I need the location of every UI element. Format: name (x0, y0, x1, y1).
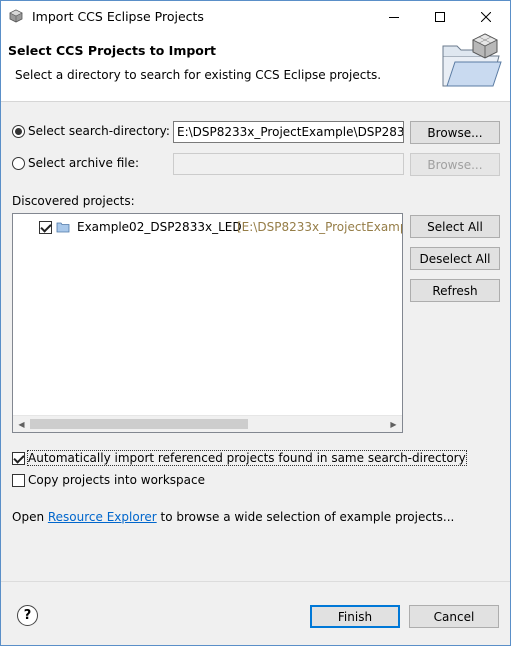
import-folder-icon (442, 33, 502, 87)
wizard-banner: Select CCS Projects to Import Select a d… (1, 32, 510, 102)
scroll-left-icon[interactable]: ◀ (13, 416, 30, 432)
project-path: [E:\DSP8233x_ProjectExample (237, 220, 403, 234)
browse-archive-button[interactable]: Browse... (410, 153, 500, 176)
project-folder-icon (56, 222, 70, 233)
project-name: Example02_DSP2833x_LED (77, 220, 242, 234)
list-item[interactable]: Example02_DSP2833x_LED [E:\DSP8233x_Proj… (13, 218, 402, 236)
title-bar: Import CCS Eclipse Projects (1, 1, 510, 32)
window-title: Import CCS Eclipse Projects (32, 9, 204, 24)
copy-projects-label[interactable]: Copy projects into workspace (28, 473, 205, 487)
close-icon (481, 11, 491, 22)
help-button[interactable]: ? (17, 605, 38, 626)
close-button[interactable] (463, 1, 509, 32)
resource-explorer-text: Open Resource Explorer to browse a wide … (12, 510, 454, 524)
resource-explorer-prefix: Open (12, 510, 48, 524)
scrollbar-thumb[interactable] (30, 419, 248, 429)
maximize-icon (435, 11, 445, 22)
project-list[interactable]: Example02_DSP2833x_LED [E:\DSP8233x_Proj… (12, 213, 403, 433)
archive-file-radio[interactable] (12, 157, 25, 170)
auto-import-label[interactable]: Automatically import referenced projects… (27, 450, 467, 466)
resource-explorer-link[interactable]: Resource Explorer (48, 510, 157, 524)
horizontal-scrollbar[interactable]: ◀ ▶ (13, 415, 402, 432)
browse-directory-button[interactable]: Browse... (410, 121, 500, 144)
auto-import-checkbox[interactable] (12, 452, 25, 465)
banner-description: Select a directory to search for existin… (15, 68, 382, 82)
ccs-cube-icon (9, 9, 23, 23)
search-directory-radio[interactable] (12, 125, 25, 138)
finish-button[interactable]: Finish (310, 605, 400, 628)
archive-file-label: Select archive file: (28, 156, 140, 170)
help-icon: ? (23, 608, 32, 623)
resource-explorer-suffix: to browse a wide selection of example pr… (156, 510, 455, 524)
project-checkbox[interactable] (39, 221, 52, 234)
refresh-button[interactable]: Refresh (410, 279, 500, 302)
scroll-right-icon[interactable]: ▶ (385, 416, 402, 432)
minimize-icon (389, 16, 399, 18)
footer-divider (1, 581, 510, 582)
copy-projects-checkbox[interactable] (12, 474, 25, 487)
select-all-button[interactable]: Select All (410, 215, 500, 238)
import-dialog: Import CCS Eclipse Projects Select CCS P… (0, 0, 511, 646)
search-directory-label: Select search-directory: (28, 124, 170, 138)
cancel-button[interactable]: Cancel (409, 605, 499, 628)
maximize-button[interactable] (417, 1, 463, 32)
search-directory-input[interactable]: E:\DSP8233x_ProjectExample\DSP2833 (173, 121, 404, 143)
minimize-button[interactable] (371, 1, 417, 32)
archive-file-input[interactable] (173, 153, 404, 175)
banner-title: Select CCS Projects to Import (8, 43, 217, 58)
deselect-all-button[interactable]: Deselect All (410, 247, 500, 270)
discovered-projects-label: Discovered projects: (12, 194, 135, 208)
